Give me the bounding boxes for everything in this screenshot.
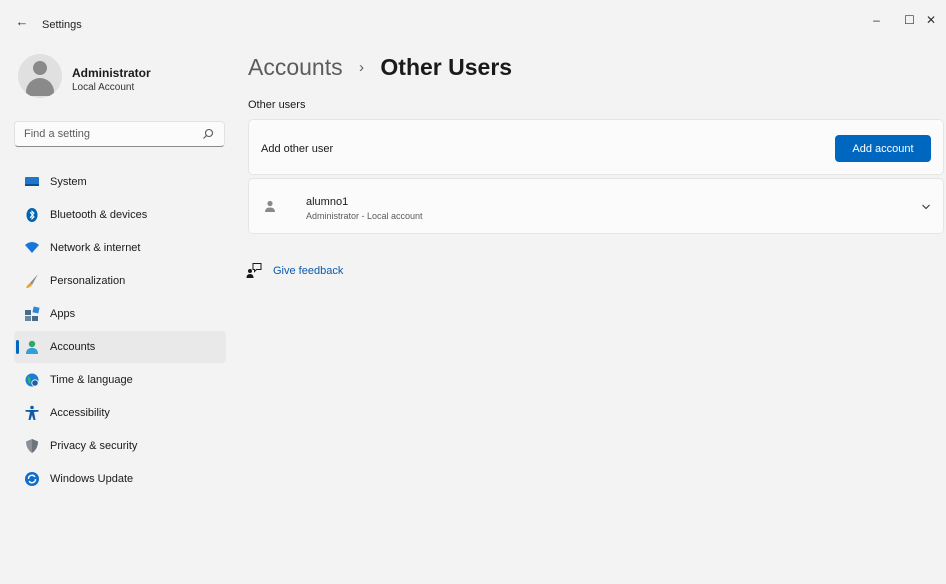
sidebar-item-apps[interactable]: Apps bbox=[14, 298, 226, 330]
add-other-user-card: Add other user Add account bbox=[248, 119, 944, 175]
user-account-card[interactable]: alumno1 Administrator - Local account bbox=[248, 178, 944, 234]
accounts-icon bbox=[26, 340, 38, 354]
breadcrumb-parent[interactable]: Accounts bbox=[248, 54, 343, 80]
brush-icon bbox=[26, 274, 38, 288]
chevron-down-icon[interactable] bbox=[921, 202, 931, 212]
section-heading: Other users bbox=[248, 99, 306, 111]
user-profile[interactable]: Administrator Local Account bbox=[18, 54, 218, 102]
search-icon[interactable] bbox=[202, 128, 214, 140]
back-arrow-icon: ← bbox=[15, 14, 29, 29]
sidebar-item-label: Time & language bbox=[50, 374, 133, 386]
search-input[interactable] bbox=[15, 122, 195, 146]
minimize-button[interactable]: – bbox=[860, 6, 893, 34]
sidebar-item-privacy-security[interactable]: Privacy & security bbox=[14, 430, 226, 462]
feedback-icon bbox=[246, 263, 262, 278]
settings-search bbox=[14, 121, 225, 147]
sidebar-item-label: Accounts bbox=[50, 341, 96, 353]
profile-account-type: Local Account bbox=[72, 82, 135, 93]
globe-clock-icon bbox=[25, 373, 39, 387]
sidebar-item-label: Apps bbox=[50, 308, 76, 320]
avatar bbox=[18, 54, 62, 98]
maximize-icon: ☐ bbox=[904, 13, 915, 27]
breadcrumb-separator-icon: › bbox=[359, 59, 364, 76]
sidebar-item-label: Windows Update bbox=[50, 473, 134, 485]
sidebar-item-accessibility[interactable]: Accessibility bbox=[14, 397, 226, 429]
app-title: Settings bbox=[42, 19, 82, 31]
back-button[interactable]: ← bbox=[14, 15, 30, 29]
minimize-icon: – bbox=[873, 13, 880, 27]
apps-icon bbox=[25, 306, 40, 321]
avatar-body bbox=[26, 78, 54, 96]
wifi-icon bbox=[25, 242, 39, 253]
profile-name: Administrator bbox=[72, 66, 151, 80]
title-bar: ← Settings – ☐ ✕ bbox=[0, 0, 946, 40]
sidebar-item-label: Accessibility bbox=[50, 407, 110, 419]
accessibility-icon bbox=[25, 405, 39, 420]
sidebar-item-label: Network & internet bbox=[50, 242, 141, 254]
breadcrumb: Accounts › Other Users bbox=[248, 54, 512, 81]
sidebar-item-network[interactable]: Network & internet bbox=[14, 232, 226, 264]
sidebar-nav: System Bluetooth & devices Network & int… bbox=[14, 166, 226, 496]
sidebar-item-system[interactable]: System bbox=[14, 166, 226, 198]
avatar-head bbox=[33, 61, 47, 75]
add-other-user-label: Add other user bbox=[261, 143, 334, 155]
close-icon: ✕ bbox=[926, 13, 937, 27]
give-feedback-link[interactable]: Give feedback bbox=[273, 265, 343, 277]
maximize-button[interactable]: ☐ bbox=[893, 6, 926, 34]
sidebar-item-label: Privacy & security bbox=[50, 440, 138, 452]
page-title: Other Users bbox=[380, 54, 513, 80]
update-icon bbox=[25, 472, 39, 486]
sidebar-item-personalization[interactable]: Personalization bbox=[14, 265, 226, 297]
sidebar-item-label: Personalization bbox=[50, 275, 126, 287]
selected-indicator bbox=[16, 340, 19, 354]
monitor-icon bbox=[25, 177, 39, 186]
sidebar-item-label: System bbox=[50, 176, 87, 188]
user-account-type: Administrator - Local account bbox=[306, 211, 423, 221]
shield-icon bbox=[26, 439, 38, 453]
window-controls: – ☐ ✕ bbox=[860, 6, 946, 34]
sidebar-item-accounts[interactable]: Accounts bbox=[14, 331, 226, 363]
sidebar-item-windows-update[interactable]: Windows Update bbox=[14, 463, 226, 495]
bluetooth-icon bbox=[26, 208, 38, 222]
sidebar-item-bluetooth[interactable]: Bluetooth & devices bbox=[14, 199, 226, 231]
sidebar-item-time-language[interactable]: Time & language bbox=[14, 364, 226, 396]
close-button[interactable]: ✕ bbox=[926, 6, 946, 34]
sidebar-item-label: Bluetooth & devices bbox=[50, 209, 148, 221]
user-icon bbox=[265, 200, 275, 212]
user-name: alumno1 bbox=[306, 196, 349, 208]
add-account-button[interactable]: Add account bbox=[835, 135, 931, 162]
